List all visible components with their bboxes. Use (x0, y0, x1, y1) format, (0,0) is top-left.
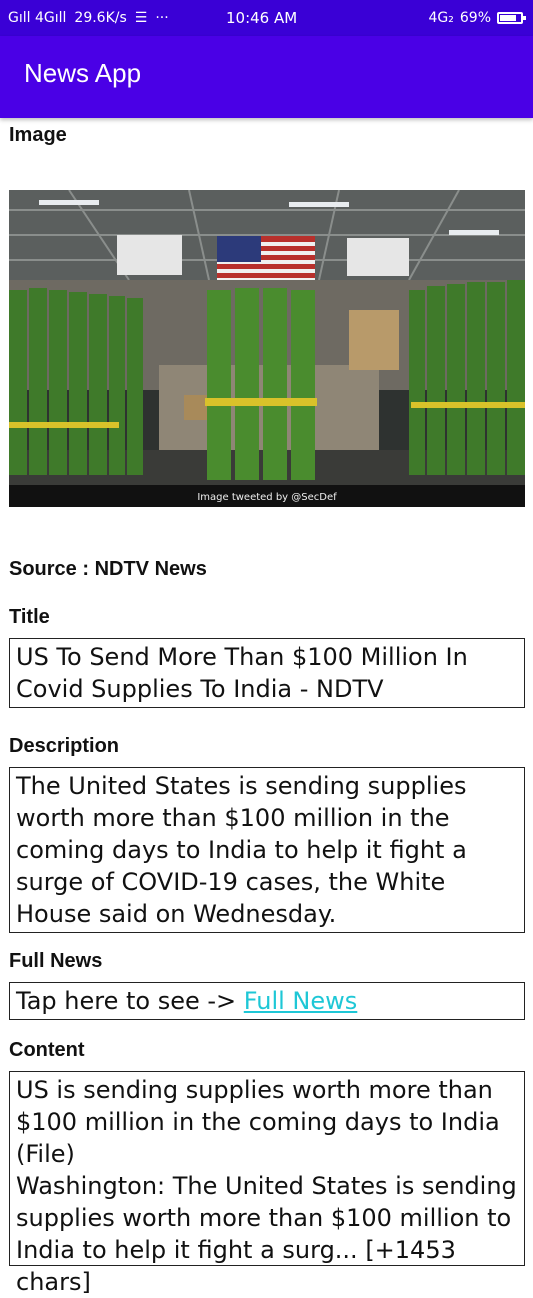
signal-indicator: Gıll 4Gıll (8, 10, 67, 26)
title-box: US To Send More Than $100 Million In Cov… (9, 638, 525, 708)
content-line-1: US is sending supplies worth more than $… (16, 1076, 500, 1168)
app-title: News App (24, 58, 142, 88)
image-caption: Image tweeted by @SecDef (197, 492, 337, 503)
full-news-link[interactable]: Full News (244, 987, 358, 1015)
network-type: 4G₂ (428, 10, 454, 26)
battery-icon (497, 12, 526, 24)
more-notifications-icon: ··· (155, 10, 169, 26)
description-label: Description (9, 735, 120, 757)
full-news-box[interactable]: Tap here to see -> Full News (9, 982, 525, 1020)
full-news-label: Full News (9, 950, 103, 972)
app-bar: News App (0, 36, 533, 118)
warehouse-photo (9, 190, 525, 507)
content-box: US is sending supplies worth more than $… (9, 1071, 525, 1296)
battery-percent: 69% (459, 10, 491, 26)
content-label: Content (9, 1039, 85, 1061)
full-news-prefix: Tap here to see -> (16, 987, 244, 1015)
image-label: Image (9, 124, 67, 146)
title-label: Title (9, 606, 50, 628)
news-image[interactable]: Image tweeted by @SecDef (9, 190, 525, 507)
source-text: Source : NDTV News (9, 558, 207, 580)
data-saver-icon: ☰ (134, 10, 148, 26)
status-time: 10:46 AM (226, 9, 298, 27)
status-bar: Gıll 4Gıll 29.6K/s ☰ ··· 10:46 AM 4G₂ 69… (0, 0, 533, 36)
network-speed: 29.6K/s (74, 10, 127, 26)
content-line-2: Washington: The United States is sending… (16, 1172, 517, 1296)
description-box: The United States is sending supplies wo… (9, 767, 525, 933)
